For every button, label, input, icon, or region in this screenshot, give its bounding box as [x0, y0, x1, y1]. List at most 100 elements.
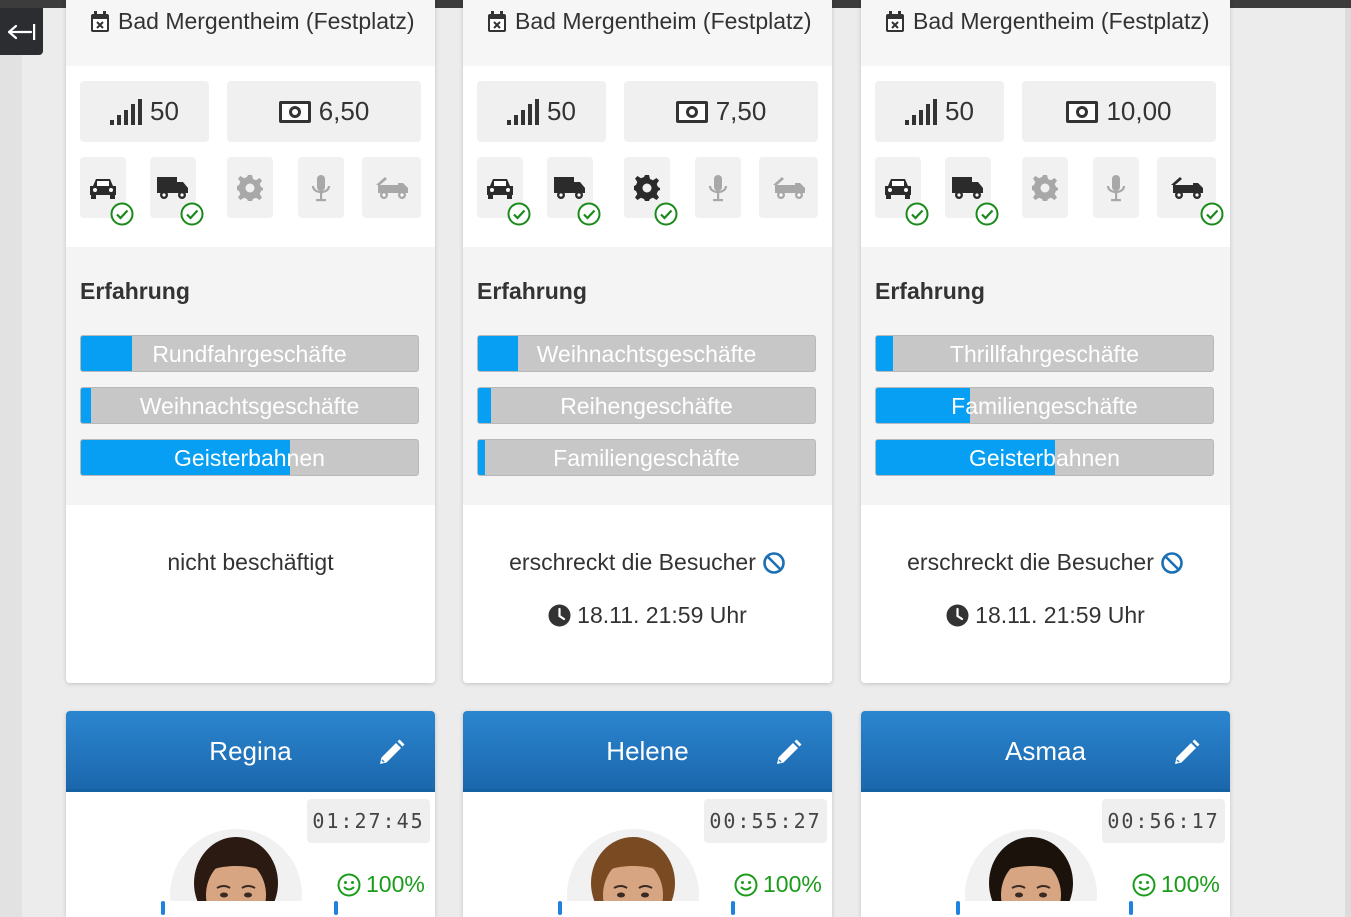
shift-timer: 01:27:45: [307, 799, 430, 843]
skill-label: Reihengeschäfte: [560, 393, 733, 419]
status-text: erschreckt die Besucher: [907, 549, 1154, 575]
license-tow[interactable]: [1157, 157, 1224, 226]
status-section: erschreckt die Besucher 18.11. 21:59 Uhr: [463, 505, 832, 683]
stats-area: 50 10,00: [861, 66, 1230, 247]
money-icon: [1066, 100, 1099, 123]
range-tick: [956, 901, 960, 915]
price-tile: 10,00: [1022, 81, 1216, 142]
pencil-icon[interactable]: [1172, 739, 1200, 767]
calendar-x-icon: [488, 10, 506, 32]
mood-value: 100%: [1161, 871, 1220, 897]
location-row: Bad Mergentheim (Festplatz): [861, 0, 1230, 66]
skill-label: Weihnachtsgeschäfte: [139, 393, 360, 419]
check-circle-icon: [905, 202, 929, 226]
tow-truck-icon: [772, 176, 805, 199]
check-circle-icon: [1200, 202, 1224, 226]
license-car[interactable]: [80, 157, 134, 226]
truck-icon: [157, 176, 188, 199]
clock-icon: [946, 604, 969, 627]
calendar-x-icon: [886, 10, 904, 32]
truck-icon: [554, 176, 585, 199]
range-tick: [161, 901, 165, 915]
license-tow[interactable]: [759, 157, 818, 218]
truck-icon: [952, 176, 983, 199]
signal-icon: [507, 98, 540, 125]
level-value: 50: [547, 96, 576, 126]
check-circle-icon: [975, 202, 999, 226]
price-value: 7,50: [715, 96, 767, 126]
arrow-left-bar-icon: [7, 23, 35, 40]
experience-section: Erfahrung Weihnachtsgeschäfte Reihengesc…: [463, 247, 832, 505]
employee-card: Bad Mergentheim (Festplatz) 50: [463, 0, 832, 683]
skill-label: Geisterbahnen: [174, 445, 325, 471]
status-section: erschreckt die Besucher 18.11. 21:59 Uhr: [861, 505, 1230, 683]
ban-icon[interactable]: [762, 551, 786, 575]
skill-label: Familiengeschäfte: [553, 445, 740, 471]
license-truck[interactable]: [547, 157, 601, 226]
left-strip: [0, 0, 22, 917]
skill-bar: Geisterbahnen: [875, 439, 1214, 476]
license-mic[interactable]: [1093, 157, 1139, 218]
ban-icon[interactable]: [1160, 551, 1184, 575]
license-car[interactable]: [875, 157, 929, 226]
experience-title: Erfahrung: [80, 278, 190, 304]
time-text: 18.11. 21:59 Uhr: [975, 602, 1145, 628]
car-icon: [90, 178, 116, 199]
license-mic[interactable]: [695, 157, 741, 218]
person-card: Asmaa 00:56:17 100%: [861, 711, 1230, 917]
license-gear[interactable]: [227, 157, 273, 218]
range-tick: [334, 901, 338, 915]
level-tile: 50: [875, 81, 1004, 142]
tow-truck-icon: [375, 176, 408, 199]
price-tile: 7,50: [624, 81, 818, 142]
level-value: 50: [945, 96, 974, 126]
license-car[interactable]: [477, 157, 531, 226]
check-circle-icon: [180, 202, 204, 226]
person-header: Asmaa: [861, 711, 1230, 792]
tow-truck-icon: [1170, 176, 1203, 199]
microphone-icon: [708, 174, 728, 201]
money-icon: [278, 100, 311, 123]
car-icon: [885, 178, 911, 199]
skill-bar: Familiengeschäfte: [477, 439, 816, 476]
price-tile: 6,50: [227, 81, 421, 142]
mood-value: 100%: [366, 871, 425, 897]
skill-bar: Reihengeschäfte: [477, 387, 816, 424]
license-mic[interactable]: [298, 157, 344, 218]
license-gear[interactable]: [1022, 157, 1068, 218]
license-truck[interactable]: [945, 157, 999, 226]
skill-bar: Familiengeschäfte: [875, 387, 1214, 424]
license-truck[interactable]: [150, 157, 204, 226]
gear-icon: [1032, 174, 1058, 201]
back-button[interactable]: [0, 8, 43, 55]
check-circle-icon: [654, 202, 678, 226]
check-circle-icon: [577, 202, 601, 226]
level-value: 50: [150, 96, 179, 126]
pencil-icon[interactable]: [377, 739, 405, 767]
calendar-x-icon: [91, 10, 109, 32]
money-icon: [675, 100, 708, 123]
gear-icon: [634, 174, 660, 201]
employee-card: Bad Mergentheim (Festplatz) 50: [66, 0, 435, 683]
person-bottom-bar: [861, 901, 1230, 917]
range-tick: [1129, 901, 1133, 915]
car-icon: [487, 178, 513, 199]
microphone-icon: [311, 174, 331, 201]
person-bottom-bar: [66, 901, 435, 917]
level-tile: 50: [80, 81, 209, 142]
skill-bar: Weihnachtsgeschäfte: [477, 335, 816, 372]
clock-icon: [548, 604, 571, 627]
skill-label: Familiengeschäfte: [951, 393, 1138, 419]
skill-label: Geisterbahnen: [969, 445, 1120, 471]
experience-section: Erfahrung Rundfahrgeschäfte Weihnachtsge…: [66, 247, 435, 505]
stats-area: 50 6,50: [66, 66, 435, 247]
pencil-icon[interactable]: [774, 739, 802, 767]
license-gear[interactable]: [624, 157, 678, 226]
mood-indicator: 100%: [1132, 871, 1220, 898]
experience-title: Erfahrung: [477, 278, 587, 304]
price-value: 6,50: [318, 96, 370, 126]
right-edge: [1345, 8, 1351, 917]
license-tow[interactable]: [362, 157, 421, 218]
person-card: Helene 00:55:27 100%: [463, 711, 832, 917]
level-tile: 50: [477, 81, 606, 142]
